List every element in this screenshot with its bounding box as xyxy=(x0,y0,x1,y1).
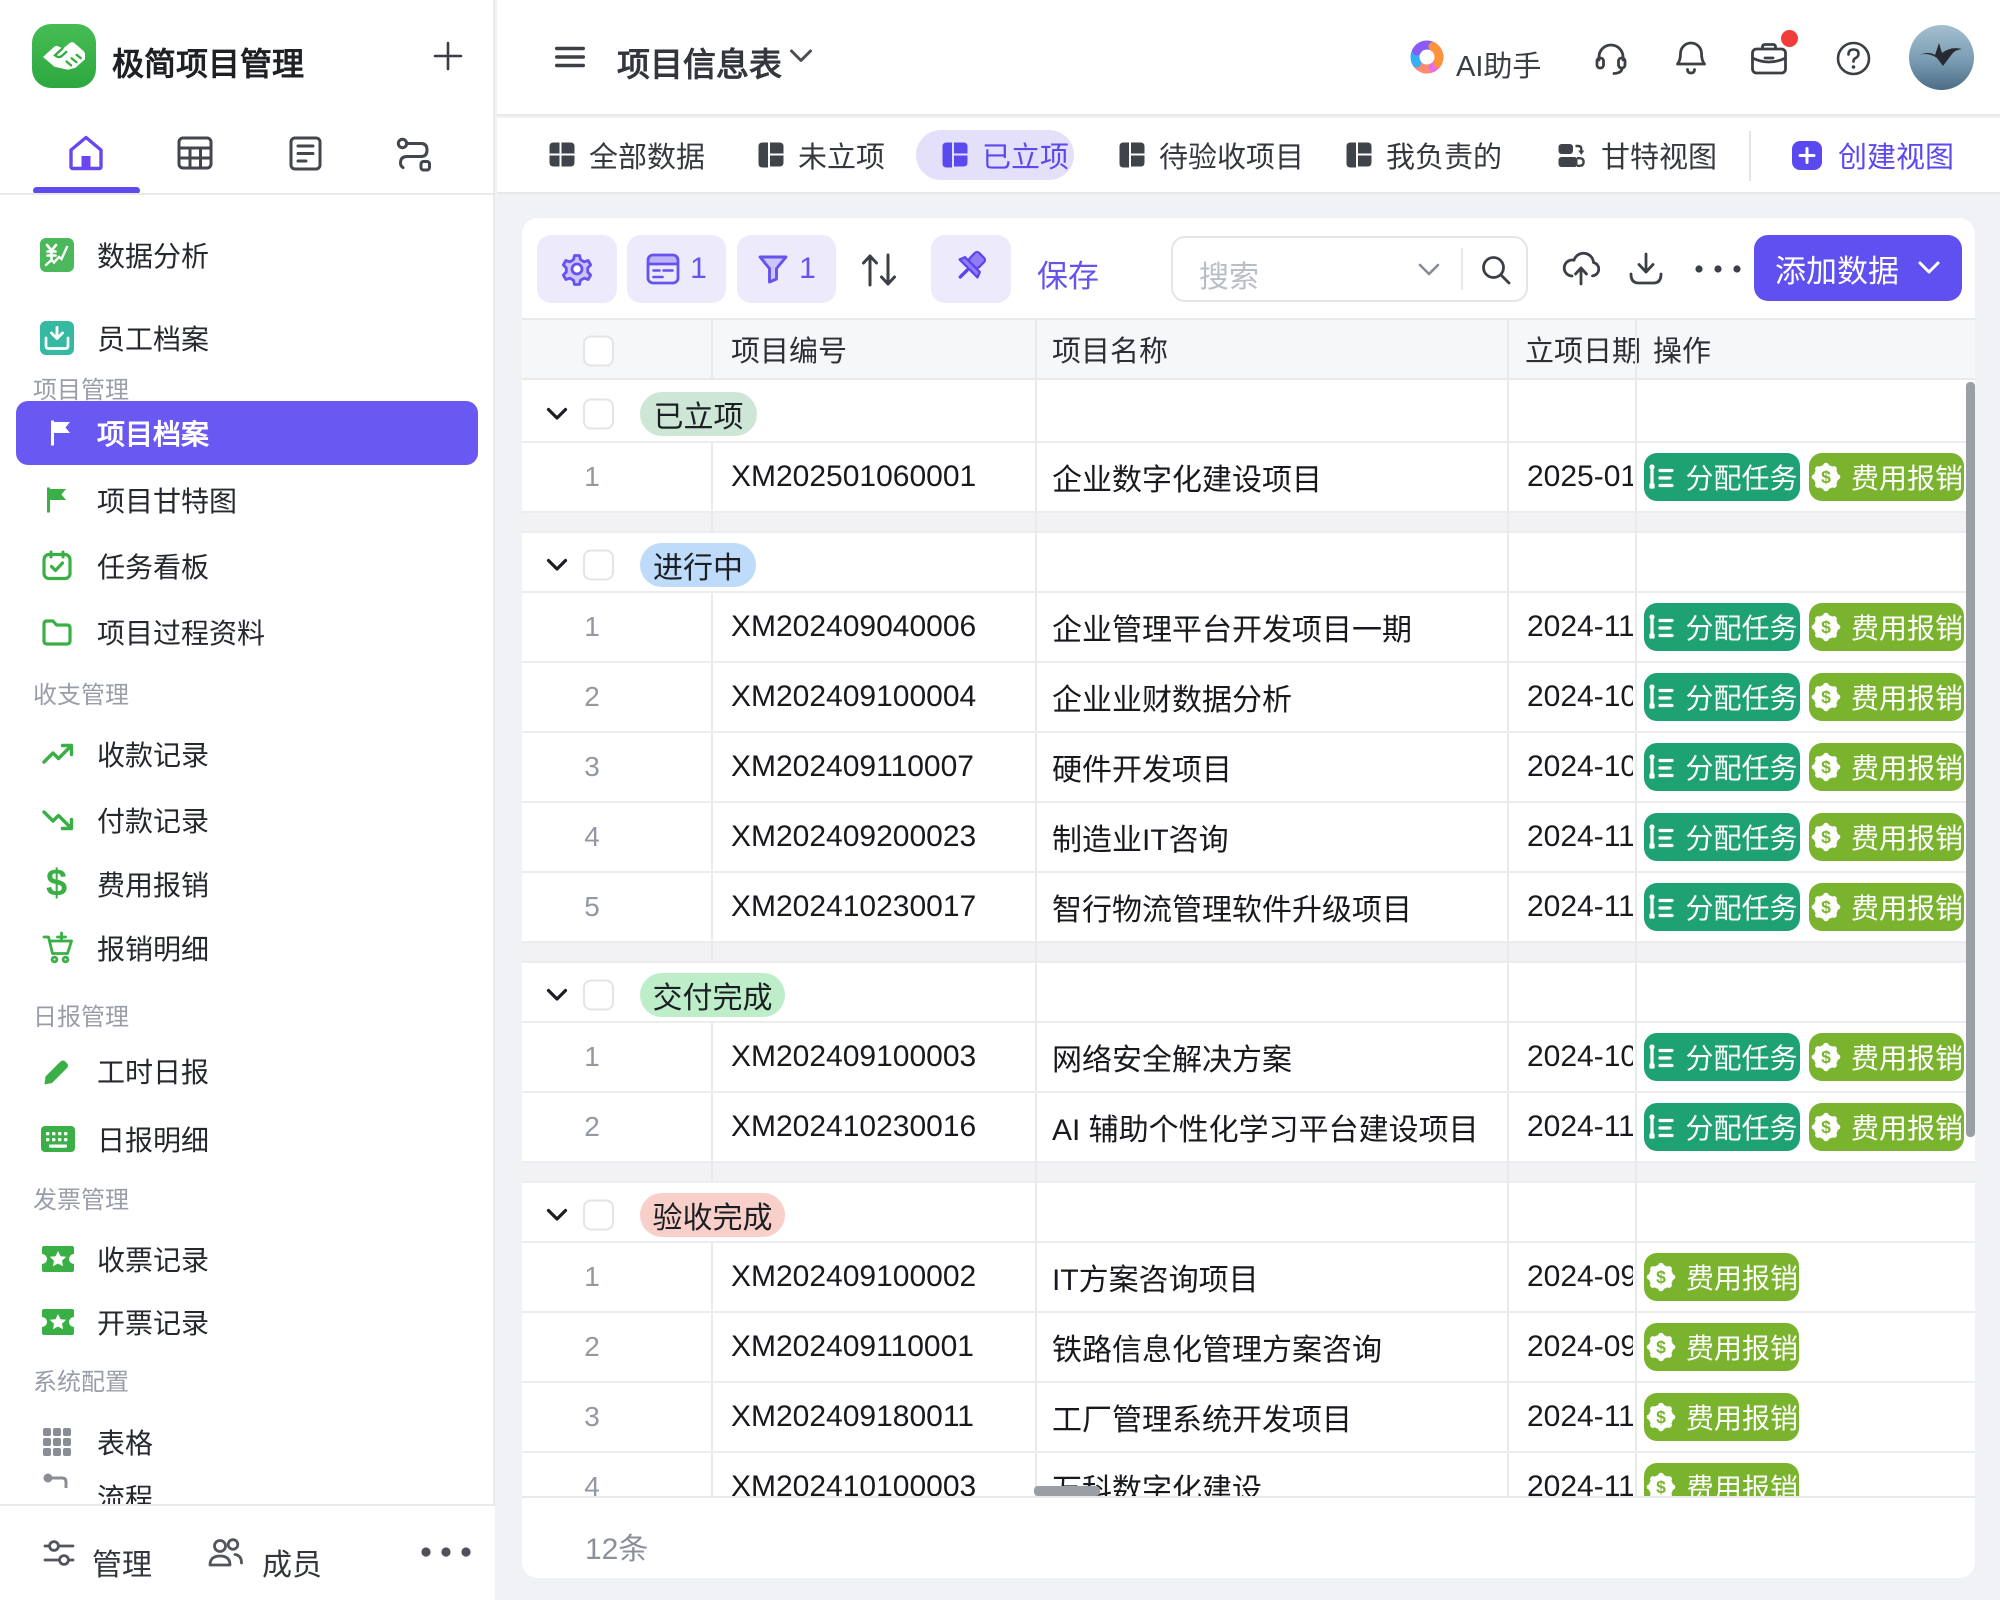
svg-text:$: $ xyxy=(1821,757,1831,777)
svg-text:$: $ xyxy=(1821,467,1831,487)
svg-text:$: $ xyxy=(1821,1047,1831,1067)
svg-text:$: $ xyxy=(1656,1267,1666,1287)
svg-text:$: $ xyxy=(1821,617,1831,637)
svg-text:$: $ xyxy=(1821,827,1831,847)
svg-text:$: $ xyxy=(1656,1337,1666,1357)
svg-text:$: $ xyxy=(1821,687,1831,707)
svg-text:$: $ xyxy=(1821,1117,1831,1137)
svg-text:$: $ xyxy=(1656,1407,1666,1427)
svg-text:$: $ xyxy=(1821,897,1831,917)
svg-text:$: $ xyxy=(1656,1477,1666,1497)
